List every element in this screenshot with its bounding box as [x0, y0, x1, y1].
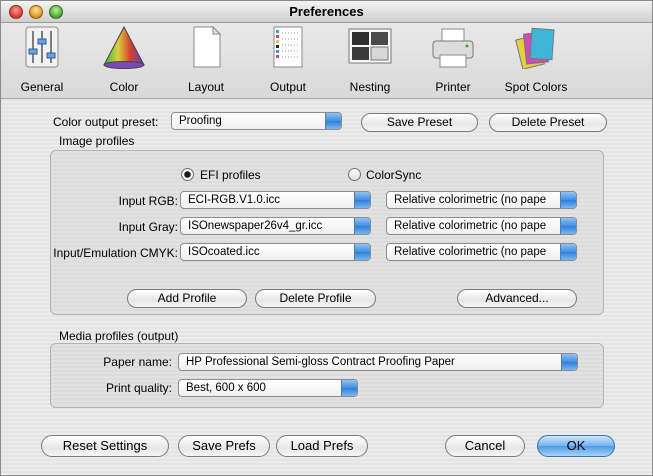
toolbar-label-general: General — [20, 80, 64, 94]
input-cmyk-intent-value: Relative colorimetric (no pape — [394, 246, 547, 258]
input-gray-intent-value: Relative colorimetric (no pape — [394, 220, 547, 232]
preset-label: Color output preset: — [53, 115, 159, 129]
input-rgb-intent-value: Relative colorimetric (no pape — [394, 194, 547, 206]
popup-arrows-icon — [354, 244, 370, 260]
input-gray-profile-popup[interactable]: ISOnewspaper26v4_gr.icc — [180, 217, 371, 235]
input-gray-profile-value: ISOnewspaper26v4_gr.icc — [188, 220, 323, 232]
toolbar-label-output: Output — [269, 80, 307, 94]
load-prefs-button[interactable]: Load Prefs — [276, 435, 368, 457]
window-title: Preferences — [289, 4, 364, 19]
input-rgb-profile-value: ECI-RGB.V1.0.icc — [188, 194, 281, 206]
save-preset-button[interactable]: Save Preset — [361, 113, 478, 132]
image-profiles-title: Image profiles — [59, 134, 135, 148]
page-icon — [193, 25, 222, 68]
popup-arrows-icon — [341, 380, 357, 396]
input-rgb-profile-popup[interactable]: ECI-RGB.V1.0.icc — [180, 191, 371, 209]
popup-arrows-icon — [560, 192, 576, 208]
toolbar-item-nesting[interactable]: Nesting — [341, 23, 399, 99]
input-gray-intent-popup[interactable]: Relative colorimetric (no pape — [386, 217, 577, 235]
popup-arrows-icon — [325, 113, 341, 129]
spot-colors-icon — [515, 27, 555, 69]
preferences-window: Preferences General Color Layout Output … — [0, 0, 653, 476]
popup-arrows-icon — [354, 192, 370, 208]
popup-arrows-icon — [560, 244, 576, 260]
colorsync-label: ColorSync — [366, 168, 422, 182]
print-quality-label: Print quality: — [105, 381, 172, 395]
toolbar-label-printer: Printer — [435, 80, 471, 94]
toolbar-item-layout[interactable]: Layout — [179, 23, 233, 99]
input-cmyk-label: Input/Emulation CMYK: — [53, 246, 178, 260]
toolbar-label-color: Color — [109, 80, 139, 94]
image-profiles-group: EFI profiles ColorSync Input RGB: ECI-RG… — [50, 150, 604, 315]
toolbar-item-printer[interactable]: Printer — [425, 23, 481, 99]
colorsync-radio[interactable] — [348, 168, 361, 181]
popup-arrows-icon — [561, 354, 577, 370]
input-cmyk-intent-popup[interactable]: Relative colorimetric (no pape — [386, 243, 577, 261]
save-prefs-button[interactable]: Save Prefs — [178, 435, 270, 457]
toolbar: General Color Layout Output Nesting Prin… — [1, 23, 652, 99]
toolbar-item-spot-colors[interactable]: Spot Colors — [501, 23, 571, 99]
color-cone-icon — [103, 25, 145, 69]
delete-preset-button[interactable]: Delete Preset — [489, 113, 607, 132]
nesting-icon — [348, 28, 392, 64]
input-cmyk-profile-value: ISOcoated.icc — [188, 246, 260, 258]
print-quality-popup[interactable]: Best, 600 x 600 — [178, 379, 358, 397]
print-quality-value: Best, 600 x 600 — [186, 382, 266, 394]
toolbar-item-color[interactable]: Color — [97, 23, 151, 99]
input-rgb-intent-popup[interactable]: Relative colorimetric (no pape — [386, 191, 577, 209]
reset-settings-button[interactable]: Reset Settings — [41, 435, 169, 457]
toolbar-item-general[interactable]: General — [13, 23, 71, 99]
title-bar[interactable]: Preferences — [1, 1, 652, 23]
paper-name-label: Paper name: — [103, 355, 172, 369]
popup-arrows-icon — [354, 218, 370, 234]
toolbar-label-layout: Layout — [187, 80, 225, 94]
input-rgb-label: Input RGB: — [118, 194, 178, 208]
printer-icon — [432, 28, 474, 68]
preset-value: Proofing — [179, 115, 222, 127]
output-sheet-icon — [273, 26, 303, 68]
cancel-button[interactable]: Cancel — [445, 435, 525, 457]
paper-name-popup[interactable]: HP Professional Semi-gloss Contract Proo… — [178, 353, 578, 371]
advanced-button[interactable]: Advanced... — [457, 289, 577, 308]
add-profile-button[interactable]: Add Profile — [127, 289, 247, 308]
toolbar-label-spot-colors: Spot Colors — [504, 80, 568, 94]
media-profiles-title: Media profiles (output) — [59, 329, 179, 343]
paper-name-value: HP Professional Semi-gloss Contract Proo… — [186, 356, 455, 368]
media-profiles-group: Paper name: HP Professional Semi-gloss C… — [50, 343, 604, 408]
ok-button[interactable]: OK — [537, 435, 615, 457]
preset-popup[interactable]: Proofing — [171, 112, 342, 130]
toolbar-item-output[interactable]: Output — [259, 23, 317, 99]
input-cmyk-profile-popup[interactable]: ISOcoated.icc — [180, 243, 371, 261]
input-gray-label: Input Gray: — [118, 220, 178, 234]
popup-arrows-icon — [560, 218, 576, 234]
sliders-icon — [25, 26, 59, 68]
delete-profile-button[interactable]: Delete Profile — [255, 289, 376, 308]
efi-profiles-radio[interactable] — [181, 168, 194, 181]
efi-profiles-label: EFI profiles — [200, 168, 261, 182]
toolbar-label-nesting: Nesting — [349, 80, 391, 94]
